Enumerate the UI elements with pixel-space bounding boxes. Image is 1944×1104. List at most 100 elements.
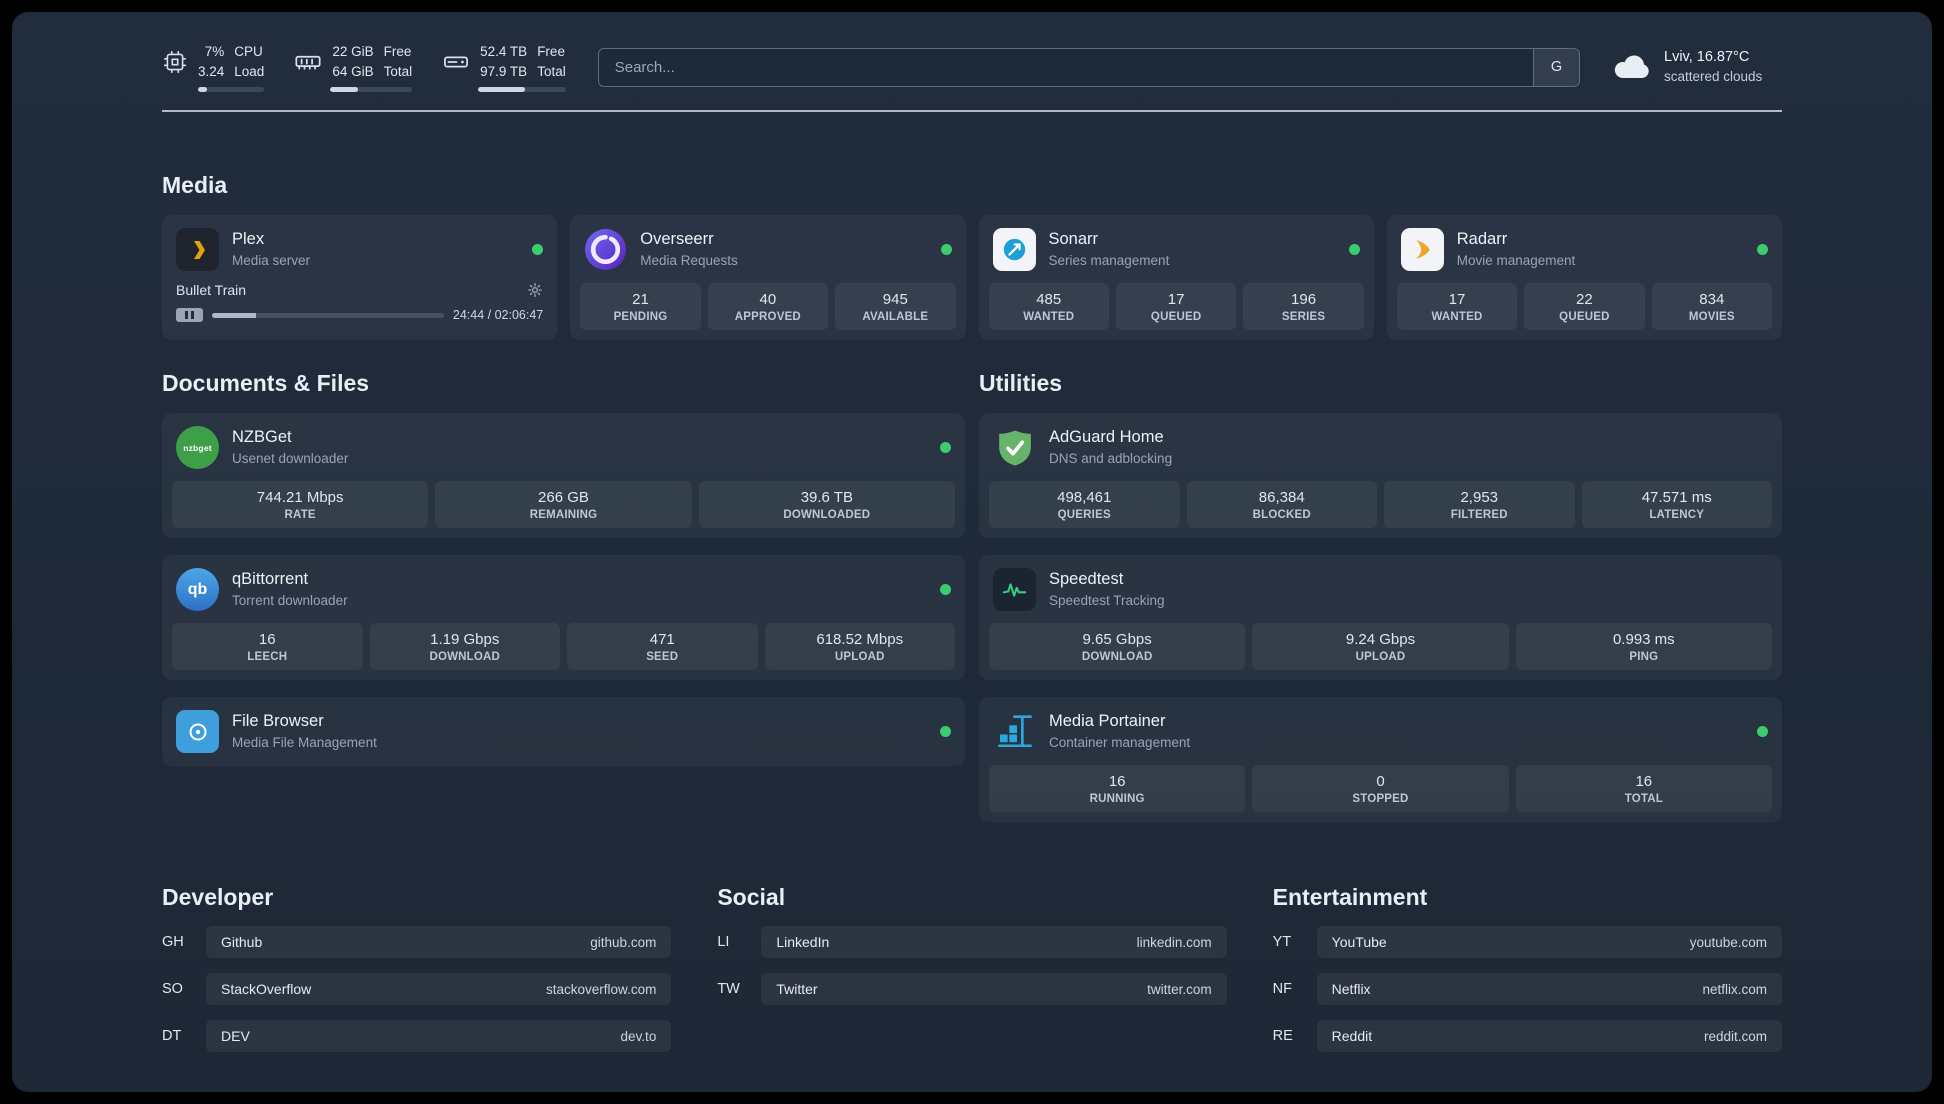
stat-label: AVAILABLE <box>862 311 929 324</box>
stat-label: PENDING <box>613 311 668 324</box>
stat-running: 16 RUNNING <box>989 765 1246 813</box>
bookmark-linkedin[interactable]: LI LinkedIn linkedin.com <box>717 926 1227 959</box>
stat-value: 485 <box>1036 291 1062 309</box>
stat-label: RATE <box>284 509 316 522</box>
stat-label: DOWNLOAD <box>429 651 501 664</box>
service-subtitle: Media server <box>232 252 311 268</box>
disk-free-label: Free <box>537 44 565 59</box>
memory-free-label: Free <box>383 44 412 59</box>
section-utilities: Utilities AdGuard Home DNS and adblockin… <box>979 370 1782 823</box>
stat-label: QUERIES <box>1057 509 1111 522</box>
portainer-icon <box>993 710 1036 753</box>
search-input[interactable] <box>597 47 1580 87</box>
stat-queued: 17 QUEUED <box>1115 283 1237 331</box>
stat-label: QUEUED <box>1559 311 1610 324</box>
weather-location: Lviv, 16.87°C <box>1664 49 1750 66</box>
stat-value: 16 <box>258 631 276 649</box>
stat-value: 17 <box>1167 291 1185 309</box>
stat-upload: 618.52 Mbps UPLOAD <box>764 623 955 671</box>
service-card-plex[interactable]: Plex Media server Bullet Train 24:44 / 0… <box>162 215 558 341</box>
bookmark-youtube[interactable]: YT YouTube youtube.com <box>1273 926 1782 959</box>
status-dot <box>940 726 951 738</box>
stat-label: QUEUED <box>1150 311 1202 324</box>
status-dot <box>532 244 544 256</box>
stat-value: 16 <box>1635 773 1653 791</box>
stat-value: 47.571 ms <box>1641 489 1712 507</box>
bookmark-github[interactable]: GH Github github.com <box>162 926 672 959</box>
bookmark-twitter[interactable]: TW Twitter twitter.com <box>717 973 1227 1006</box>
bookmark-abbr: RE <box>1272 1028 1293 1045</box>
stat-label: LATENCY <box>1649 509 1705 522</box>
bookmark-name: DEV <box>221 1028 250 1045</box>
bookmark-abbr: GH <box>162 934 184 951</box>
memory-widget: 22 GiB 64 GiB Free Total <box>294 42 413 93</box>
service-card-speedtest[interactable]: Speedtest Speedtest Tracking 9.65 Gbps D… <box>979 555 1782 681</box>
stat-label: BLOCKED <box>1252 509 1311 522</box>
gear-icon[interactable] <box>527 282 543 298</box>
nzbget-icon: nzbget <box>176 426 219 470</box>
stat-label: PING <box>1629 651 1659 664</box>
service-name: qBittorrent <box>232 570 309 589</box>
service-card-adguard[interactable]: AdGuard Home DNS and adblocking 498,461 … <box>979 413 1782 539</box>
stat-latency: 47.571 ms LATENCY <box>1581 481 1772 529</box>
disk-icon <box>442 48 470 76</box>
service-card-qbittorrent[interactable]: qb qBittorrent Torrent downloader 16 LEE… <box>162 555 965 681</box>
top-bar: 7% 3.24 CPU Load 22 GiB 64 GiB Free Tota… <box>162 42 1782 93</box>
search-bar: G <box>597 47 1580 87</box>
bookmark-name: StackOverflow <box>221 981 312 998</box>
header-divider <box>162 110 1782 113</box>
stat-value: 744.21 Mbps <box>256 489 344 507</box>
bookmark-name: Reddit <box>1331 1028 1373 1045</box>
status-dot <box>1757 726 1768 738</box>
stat-value: 0.993 ms <box>1612 631 1675 649</box>
memory-progress-bar <box>330 87 413 93</box>
stat-label: DOWNLOAD <box>1081 651 1153 664</box>
service-subtitle: Usenet downloader <box>232 450 349 466</box>
stat-value: 40 <box>759 291 777 309</box>
service-name: NZBGet <box>232 428 292 447</box>
stat-value: 0 <box>1376 773 1385 791</box>
stat-value: 1.19 Gbps <box>430 631 500 649</box>
service-card-radarr[interactable]: Radarr Movie management 17 WANTED 22 QUE… <box>1386 215 1782 341</box>
search-provider-button[interactable]: G <box>1533 48 1579 86</box>
bookmark-url: reddit.com <box>1703 1028 1767 1044</box>
stat-filtered: 2,953 FILTERED <box>1384 481 1575 529</box>
service-subtitle: Media File Management <box>232 734 377 750</box>
weather-widget[interactable]: Lviv, 16.87°C scattered clouds <box>1612 47 1782 86</box>
service-name: Plex <box>232 230 265 249</box>
stat-downloaded: 39.6 TB DOWNLOADED <box>698 481 955 529</box>
bookmark-netflix[interactable]: NF Netflix netflix.com <box>1273 973 1782 1006</box>
playback-time: 24:44 / 02:06:47 <box>452 308 544 323</box>
bookmark-stackoverflow[interactable]: SO StackOverflow stackoverflow.com <box>162 973 672 1006</box>
cpu-icon <box>162 49 188 75</box>
playback-progress-bar[interactable] <box>212 312 444 318</box>
stat-label: UPLOAD <box>1355 651 1406 664</box>
stat-series: 196 SERIES <box>1243 283 1364 331</box>
cpu-widget: 7% 3.24 CPU Load <box>162 42 265 93</box>
service-card-portainer[interactable]: Media Portainer Container management 16 … <box>979 697 1782 823</box>
service-card-filebrowser[interactable]: File Browser Media File Management <box>162 697 965 767</box>
stat-upload: 9.24 Gbps UPLOAD <box>1252 623 1509 671</box>
section-documents: Documents & Files nzbget NZBGet Usenet d… <box>162 370 965 822</box>
weather-condition: scattered clouds <box>1664 68 1763 84</box>
plex-icon <box>176 228 219 272</box>
stat-value: 86,384 <box>1258 489 1305 507</box>
stat-wanted: 485 WANTED <box>988 283 1109 331</box>
stat-download: 9.65 Gbps DOWNLOAD <box>989 623 1246 671</box>
service-card-overseerr[interactable]: Overseerr Media Requests 21 PENDING 40 A… <box>570 215 966 341</box>
service-card-sonarr[interactable]: Sonarr Series management 485 WANTED 17 Q… <box>978 215 1374 341</box>
stat-value: 21 <box>632 291 649 309</box>
stat-leech: 16 LEECH <box>172 623 363 671</box>
bookmark-reddit[interactable]: RE Reddit reddit.com <box>1272 1020 1782 1053</box>
service-name: Overseerr <box>640 230 714 249</box>
bookmark-abbr: TW <box>717 981 740 998</box>
bookmark-name: Netflix <box>1331 981 1371 998</box>
service-subtitle: Container management <box>1049 734 1191 750</box>
bookmark-dev[interactable]: DT DEV dev.to <box>162 1020 672 1053</box>
section-title-media: Media <box>162 172 228 199</box>
pause-button[interactable] <box>176 308 203 323</box>
bookmark-abbr: DT <box>162 1028 182 1045</box>
stat-label: WANTED <box>1431 311 1483 324</box>
service-card-nzbget[interactable]: nzbget NZBGet Usenet downloader 744.21 M… <box>162 413 965 539</box>
plex-now-playing-widget: Bullet Train 24:44 / 02:06:47 <box>172 274 547 326</box>
